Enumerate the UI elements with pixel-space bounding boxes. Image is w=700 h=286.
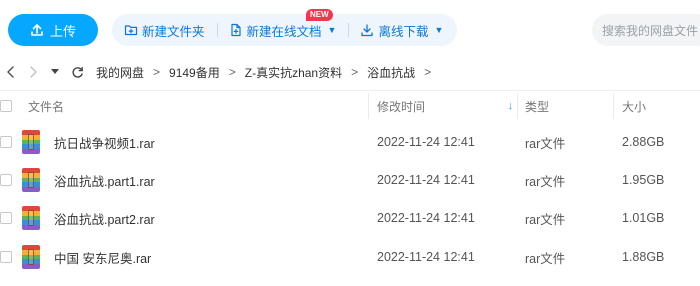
file-type: rar文件 [525, 136, 566, 151]
offline-download-label: 离线下载 [378, 24, 429, 39]
new-online-doc-label: 新建在线文档 [246, 24, 322, 39]
chevron-down-icon: ▼ [434, 25, 444, 35]
upload-label: 上传 [49, 23, 76, 39]
column-header-name[interactable]: 文件名 [28, 91, 64, 121]
new-folder-label: 新建文件夹 [142, 24, 205, 39]
row-checkbox[interactable] [0, 174, 12, 186]
icon-strap [28, 172, 34, 188]
upload-icon [31, 24, 43, 36]
column-divider [613, 93, 614, 119]
file-modified: 2022-11-24 12:41 [377, 211, 475, 225]
file-type: rar文件 [525, 174, 566, 189]
table-row[interactable]: 浴血抗战.part1.rar 2022-11-24 12:41 rar文件 1.… [0, 161, 700, 199]
rar-file-icon [22, 206, 40, 230]
file-modified: 2022-11-24 12:41 [377, 250, 475, 264]
toolbar: 上传 新建文件夹 新建在线文档 ▼ 离线下载 ▼ NEW 搜索我的网盘文件 [0, 0, 700, 58]
new-folder-icon [124, 25, 138, 36]
breadcrumb-separator-icon: > [424, 65, 432, 79]
upload-button[interactable]: 上传 [8, 14, 98, 46]
chevron-down-icon: ▼ [327, 25, 337, 35]
column-header-size[interactable]: 大小 [622, 91, 646, 121]
breadcrumb-item-backup[interactable]: 9149备用 [169, 64, 220, 81]
file-name[interactable]: 抗日战争视频1.rar [54, 123, 155, 161]
chevron-right-icon [30, 66, 37, 78]
file-modified: 2022-11-24 12:41 [377, 135, 475, 149]
file-size: 1.01GB [622, 211, 665, 225]
forward-button[interactable] [22, 66, 44, 78]
new-folder-button[interactable]: 新建文件夹 [112, 14, 217, 46]
file-name[interactable]: 浴血抗战.part2.rar [54, 199, 155, 237]
table-row[interactable]: 抗日战争视频1.rar 2022-11-24 12:41 rar文件 2.88G… [0, 123, 700, 161]
search-placeholder: 搜索我的网盘文件 [602, 23, 699, 38]
offline-download-icon [361, 24, 374, 37]
breadcrumb: 我的网盘 > 9149备用 > Z-真实抗zhan资料 > 浴血抗战 > [0, 58, 700, 86]
column-header-name-label: 文件名 [28, 99, 65, 114]
new-badge: NEW [306, 9, 333, 21]
file-size: 1.95GB [622, 173, 665, 187]
file-size: 1.88GB [622, 250, 665, 264]
breadcrumb-item-materials[interactable]: Z-真实抗zhan资料 [245, 64, 342, 81]
caret-down-icon [51, 69, 59, 74]
icon-strap [28, 249, 34, 265]
column-header-type-label: 类型 [525, 99, 550, 114]
sort-arrow-down-icon: ↓ [507, 100, 514, 112]
table-row[interactable]: 中国 安东尼奥.rar 2022-11-24 12:41 rar文件 1.88G… [0, 238, 700, 276]
file-table-header: 文件名 修改时间 ↓ 类型 大小 [0, 90, 700, 120]
icon-strap [28, 134, 34, 150]
file-type: rar文件 [525, 251, 566, 266]
breadcrumb-separator-icon: > [228, 65, 236, 79]
chevron-left-icon [7, 66, 14, 78]
refresh-button[interactable] [66, 66, 88, 79]
breadcrumb-separator-icon: > [351, 65, 359, 79]
breadcrumb-separator-icon: > [153, 65, 161, 79]
column-header-modified[interactable]: 修改时间 ↓ [377, 91, 513, 121]
toolbar-action-group: 新建文件夹 新建在线文档 ▼ 离线下载 ▼ [112, 14, 457, 46]
column-divider [517, 93, 518, 119]
icon-strap [28, 210, 34, 226]
breadcrumb-item-current[interactable]: 浴血抗战 [367, 64, 415, 81]
file-type: rar文件 [525, 212, 566, 227]
column-divider [368, 93, 369, 119]
file-size: 2.88GB [622, 135, 665, 149]
refresh-icon [71, 66, 83, 78]
back-button[interactable] [0, 66, 22, 78]
new-doc-icon [230, 23, 241, 37]
column-header-size-label: 大小 [622, 99, 647, 114]
row-checkbox[interactable] [0, 251, 12, 263]
rar-file-icon [22, 245, 40, 269]
breadcrumb-item-my-drive[interactable]: 我的网盘 [96, 64, 144, 81]
column-header-type[interactable]: 类型 [525, 91, 549, 121]
offline-download-button[interactable]: 离线下载 ▼ [348, 14, 455, 46]
file-name[interactable]: 浴血抗战.part1.rar [54, 161, 155, 199]
table-row[interactable]: 浴血抗战.part2.rar 2022-11-24 12:41 rar文件 1.… [0, 199, 700, 237]
rar-file-icon [22, 168, 40, 192]
row-checkbox[interactable] [0, 136, 12, 148]
history-dropdown-button[interactable] [44, 69, 66, 75]
file-name[interactable]: 中国 安东尼奥.rar [54, 238, 151, 276]
search-input[interactable]: 搜索我的网盘文件 [592, 14, 700, 46]
select-all-checkbox[interactable] [0, 100, 12, 112]
row-checkbox[interactable] [0, 212, 12, 224]
file-modified: 2022-11-24 12:41 [377, 173, 475, 187]
column-header-modified-label: 修改时间 [377, 99, 426, 114]
rar-file-icon [22, 130, 40, 154]
